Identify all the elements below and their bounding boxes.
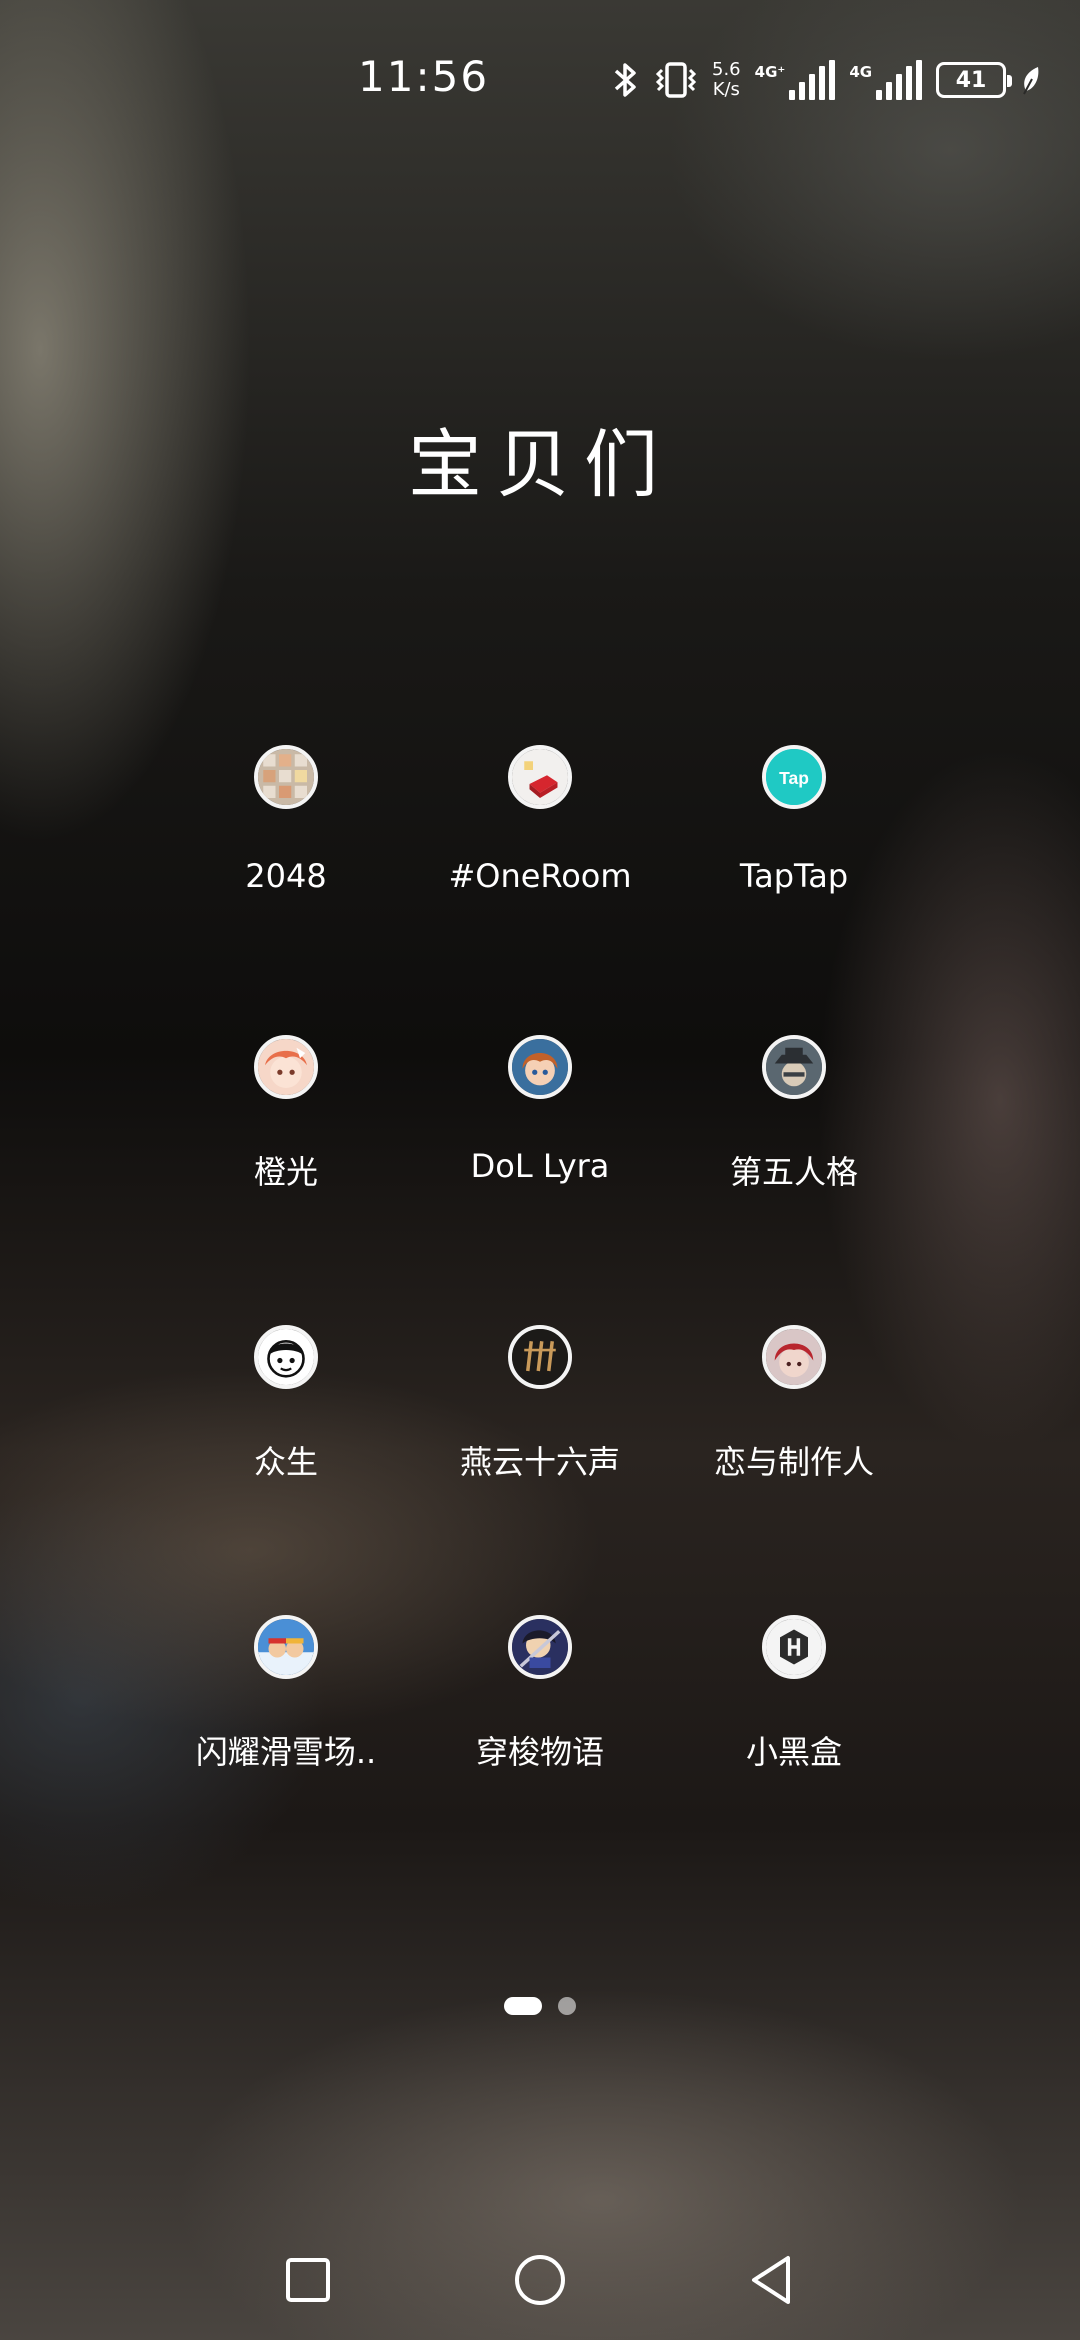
recents-square-icon[interactable] xyxy=(278,2250,338,2310)
signal-bars-icon xyxy=(789,60,836,100)
sim1-signal: 4G⁺ xyxy=(755,60,836,100)
home-circle-icon[interactable] xyxy=(510,2250,570,2310)
page-dot[interactable] xyxy=(558,1997,576,2015)
app-label: 橙光 xyxy=(253,1153,318,1191)
love-producer-icon xyxy=(762,1325,826,1389)
speed-value: 5.6 xyxy=(712,59,741,80)
app-dol-lyra[interactable]: DoL Lyra xyxy=(413,1035,667,1235)
app-label: 众生 xyxy=(253,1443,318,1481)
power-saving-leaf-icon xyxy=(1023,67,1039,95)
app-label: 闪耀滑雪场.. xyxy=(195,1733,377,1771)
app-label: 第五人格 xyxy=(729,1153,858,1191)
page-indicator[interactable] xyxy=(0,1997,1080,2015)
xiaoheihe-icon xyxy=(762,1615,826,1679)
status-icons: 5.6 K/s 4G⁺ 4G 41 xyxy=(612,50,1042,110)
sim2-signal: 4G xyxy=(849,60,923,100)
oneroom-icon xyxy=(508,745,572,809)
back-triangle-icon[interactable] xyxy=(742,2250,802,2310)
app-zhongsheng[interactable]: 众生 xyxy=(159,1325,413,1525)
app-ski-resort[interactable]: 闪耀滑雪场.. xyxy=(159,1615,413,1815)
app-label: 小黑盒 xyxy=(745,1733,842,1771)
speed-unit: K/s xyxy=(712,79,740,100)
app-chuansuo[interactable]: 穿梭物语 xyxy=(413,1615,667,1815)
page-dot-active[interactable] xyxy=(504,1997,542,2015)
app-yanyun[interactable]: 燕云十六声 xyxy=(413,1325,667,1525)
app-label: DoL Lyra xyxy=(470,1147,610,1185)
app-label: 燕云十六声 xyxy=(459,1443,620,1481)
app-xiaoheihe[interactable]: 小黑盒 xyxy=(667,1615,921,1815)
vibrate-icon xyxy=(655,62,697,98)
app-oneroom[interactable]: #OneRoom xyxy=(413,745,667,945)
app-label: 2048 xyxy=(245,857,327,895)
dol-lyra-icon xyxy=(508,1035,572,1099)
bluetooth-icon xyxy=(614,63,636,97)
app-label: 恋与制作人 xyxy=(713,1443,874,1481)
network-speed: 5.6 K/s xyxy=(712,60,741,100)
chuansuo-icon xyxy=(508,1615,572,1679)
zhongsheng-icon xyxy=(254,1325,318,1389)
app-identity-v[interactable]: 第五人格 xyxy=(667,1035,921,1235)
app-2048[interactable]: 2048 xyxy=(159,745,413,945)
app-label: TapTap xyxy=(739,857,849,895)
app-chengguang[interactable]: 橙光 xyxy=(159,1035,413,1235)
2048-icon xyxy=(254,745,318,809)
chengguang-icon xyxy=(254,1035,318,1099)
battery-level: 41 xyxy=(955,67,987,93)
navigation-bar xyxy=(0,2240,1080,2320)
app-love-producer[interactable]: 恋与制作人 xyxy=(667,1325,921,1525)
identity-v-icon xyxy=(762,1035,826,1099)
sim1-network-type: 4G⁺ xyxy=(754,63,786,81)
battery-icon: 41 xyxy=(936,62,1013,98)
app-label: #OneRoom xyxy=(448,857,632,895)
taptap-icon-text: Tap xyxy=(779,768,809,788)
ski-resort-icon xyxy=(254,1615,318,1679)
clock: 11:56 xyxy=(358,52,490,101)
taptap-icon: Tap xyxy=(762,745,826,809)
signal-bars-icon xyxy=(876,60,923,100)
status-bar: 11:56 5.6 K/s 4G⁺ 4G 41 xyxy=(0,0,1080,150)
app-label: 穿梭物语 xyxy=(475,1733,604,1771)
folder-title[interactable]: 宝贝们 xyxy=(0,405,1080,512)
yanyun-icon xyxy=(508,1325,572,1389)
sim2-network-type: 4G xyxy=(849,63,873,81)
app-taptap[interactable]: Tap TapTap xyxy=(667,745,921,945)
